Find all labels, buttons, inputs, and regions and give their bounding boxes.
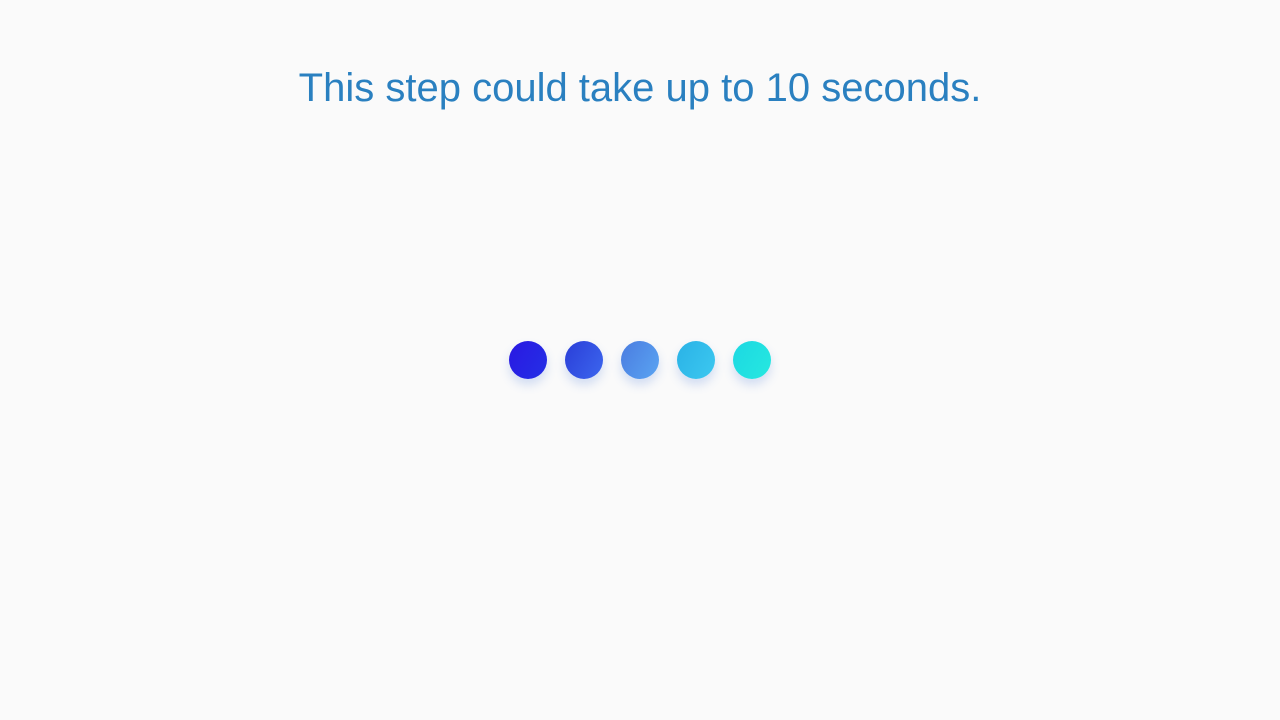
- loading-message: This step could take up to 10 seconds.: [298, 66, 982, 110]
- loading-spinner: [509, 341, 773, 379]
- loading-dot-4: [677, 341, 715, 379]
- loading-screen: This step could take up to 10 seconds.: [0, 0, 1280, 720]
- loading-dot-3: [621, 341, 659, 379]
- loading-dot-2: [565, 341, 603, 379]
- loading-dot-5: [733, 341, 771, 379]
- loading-dot-1: [509, 341, 547, 379]
